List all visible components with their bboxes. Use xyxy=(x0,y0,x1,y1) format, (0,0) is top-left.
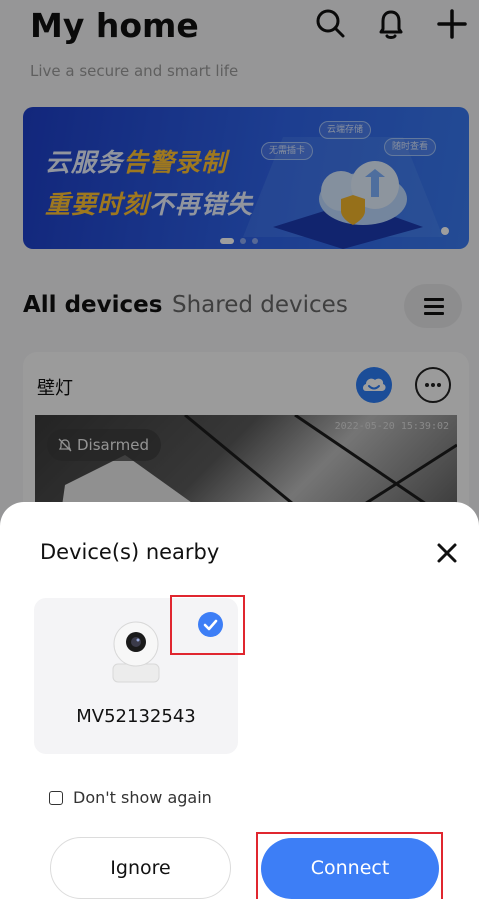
camera-icon xyxy=(112,621,160,683)
connect-highlight: Connect xyxy=(256,832,443,899)
sheet-title: Device(s) nearby xyxy=(40,540,220,564)
app-page: My home Live a secure and smart life 云服务… xyxy=(0,0,479,899)
dont-show-checkbox[interactable] xyxy=(49,790,63,805)
check-circle-icon[interactable] xyxy=(198,612,223,637)
nearby-device-name: MV52132543 xyxy=(76,706,196,727)
dont-show-again-option[interactable]: Don't show again xyxy=(49,788,212,807)
connect-button[interactable]: Connect xyxy=(261,838,439,899)
selection-highlight xyxy=(170,595,245,655)
dont-show-label: Don't show again xyxy=(73,788,212,807)
nearby-devices-sheet: Device(s) nearby MV52132543 Don't show a… xyxy=(0,502,479,899)
ignore-button[interactable]: Ignore xyxy=(50,837,231,899)
close-icon[interactable] xyxy=(432,538,462,568)
